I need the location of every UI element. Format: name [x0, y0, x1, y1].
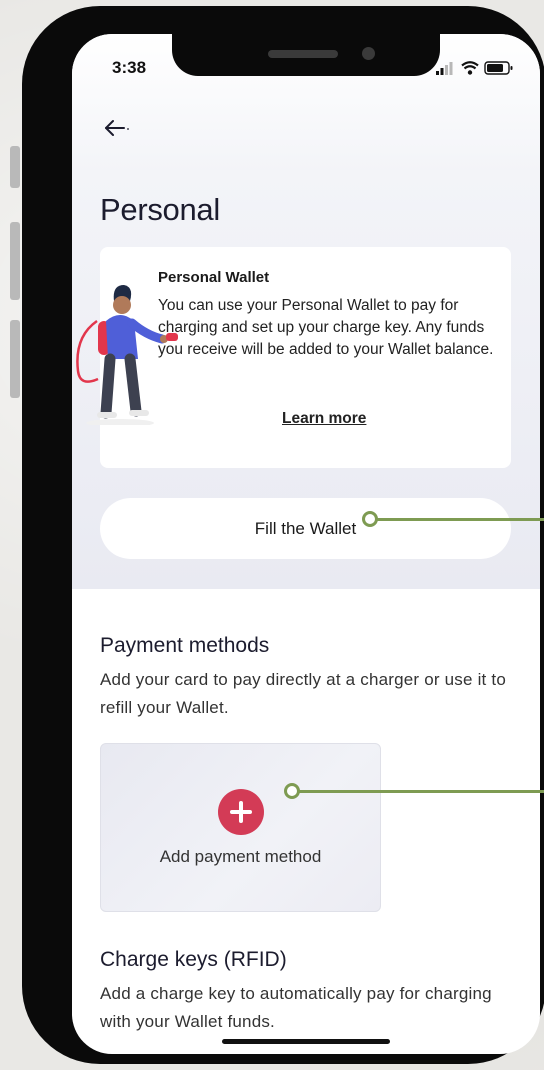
- wifi-icon: [461, 61, 479, 75]
- volume-up-button: [10, 222, 20, 300]
- front-camera: [362, 47, 375, 60]
- mute-switch: [10, 146, 20, 188]
- add-payment-method-button[interactable]: Add payment method: [100, 743, 381, 912]
- status-icons: [436, 61, 513, 75]
- notch: [172, 34, 440, 76]
- plus-circle-icon: [218, 789, 264, 835]
- home-indicator: [222, 1039, 390, 1044]
- speaker: [268, 50, 338, 58]
- app-screen: 3:38 Personal Personal Wallet You can us…: [72, 34, 540, 1054]
- fill-wallet-button[interactable]: Fill the Wallet: [100, 498, 511, 559]
- payment-methods-description: Add your card to pay directly at a charg…: [100, 670, 506, 717]
- volume-down-button: [10, 320, 20, 398]
- wallet-card-description: You can use your Personal Wallet to pay …: [158, 297, 494, 358]
- wallet-card-title: Personal Wallet: [158, 269, 270, 286]
- callout-dot-fill-wallet: [362, 511, 378, 527]
- phone-frame: 3:38 Personal Personal Wallet You can us…: [22, 6, 544, 1064]
- charge-keys-description: Add a charge key to automatically pay fo…: [100, 984, 492, 1031]
- add-payment-method-label: Add payment method: [159, 847, 322, 866]
- back-arrow-icon[interactable]: [102, 112, 134, 142]
- learn-more-link[interactable]: Learn more: [282, 410, 366, 428]
- status-time: 3:38: [112, 58, 147, 77]
- battery-icon: [484, 61, 513, 75]
- signal-icon: [436, 62, 453, 75]
- charge-keys-title: Charge keys (RFID): [100, 948, 287, 971]
- wallet-info-card: Personal Wallet You can use your Persona…: [76, 247, 511, 468]
- callout-dot-add-payment: [284, 783, 300, 799]
- callout-line-fill-wallet: [376, 518, 544, 521]
- page-title: Personal: [100, 192, 220, 227]
- callout-line-add-payment: [296, 790, 544, 793]
- payment-methods-title: Payment methods: [100, 634, 270, 657]
